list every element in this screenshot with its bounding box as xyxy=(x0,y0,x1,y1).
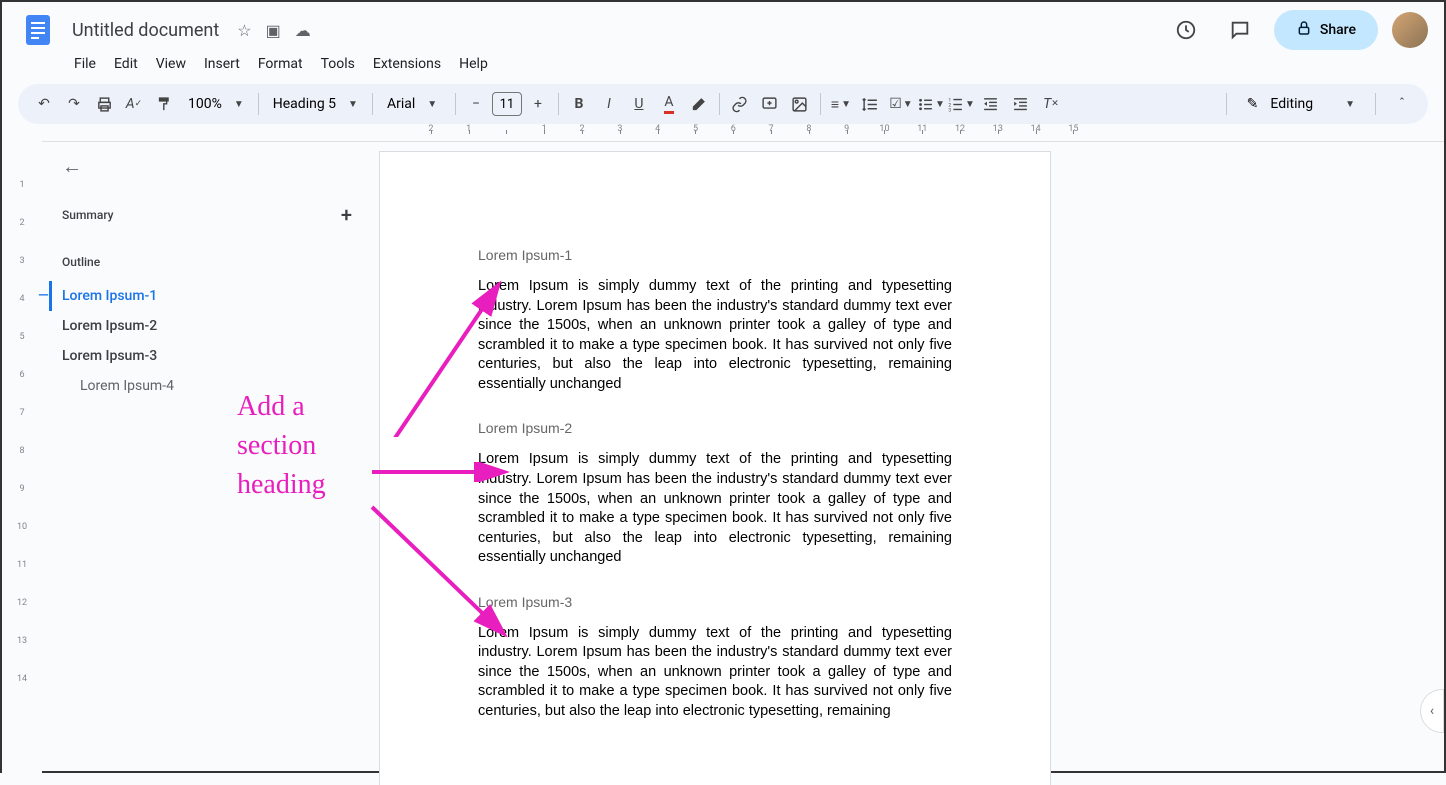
document-page[interactable]: Lorem Ipsum-1 Lorem Ipsum is simply dummy… xyxy=(380,152,1050,785)
zoom-select[interactable]: 100%▼ xyxy=(180,96,252,112)
text-color-button[interactable]: A xyxy=(655,90,683,118)
vertical-ruler[interactable]: 1234567891011121314 xyxy=(2,142,42,785)
toolbar: ↶ ↷ A✓ 100%▼ Heading 5▼ Arial▼ − 11 + B … xyxy=(18,84,1428,124)
outline-panel: ← Summary + Outline Lorem Ipsum-1Lorem I… xyxy=(42,142,372,785)
outline-back-button[interactable]: ← xyxy=(62,154,352,179)
share-label: Share xyxy=(1320,22,1356,38)
cloud-status-icon[interactable]: ☁ xyxy=(295,21,311,40)
section-heading[interactable]: Lorem Ipsum-1 xyxy=(478,247,952,263)
outline-item[interactable]: Lorem Ipsum-4 xyxy=(62,371,352,401)
section-heading[interactable]: Lorem Ipsum-2 xyxy=(478,420,952,436)
image-button[interactable] xyxy=(786,90,814,118)
horizontal-ruler[interactable]: 21123456789101112131415 xyxy=(42,124,1444,142)
outline-label: Outline xyxy=(62,255,352,269)
print-button[interactable] xyxy=(90,90,118,118)
menu-extensions[interactable]: Extensions xyxy=(365,52,449,76)
numbered-list-button[interactable]: 123▼ xyxy=(947,90,975,118)
bold-button[interactable]: B xyxy=(565,90,593,118)
clear-format-button[interactable]: T✕ xyxy=(1037,90,1065,118)
section-body[interactable]: Lorem Ipsum is simply dummy text of the … xyxy=(478,624,952,722)
svg-text:3: 3 xyxy=(948,107,951,112)
outline-item[interactable]: Lorem Ipsum-2 xyxy=(62,311,352,341)
font-size-input[interactable]: 11 xyxy=(492,92,522,116)
italic-button[interactable]: I xyxy=(595,90,623,118)
mode-select[interactable]: ✎ Editing ▼ xyxy=(1239,96,1363,112)
checklist-button[interactable]: ☑▼ xyxy=(887,90,915,118)
docs-logo-icon[interactable] xyxy=(18,10,58,50)
history-icon[interactable] xyxy=(1166,10,1206,50)
font-select[interactable]: Arial▼ xyxy=(379,96,449,112)
annotation-text: Add asectionheading xyxy=(237,387,326,505)
font-decrease-button[interactable]: − xyxy=(462,90,490,118)
comment-button[interactable] xyxy=(756,90,784,118)
star-icon[interactable]: ☆ xyxy=(237,21,251,40)
line-spacing-button[interactable] xyxy=(857,90,885,118)
move-icon[interactable]: ▣ xyxy=(266,21,281,40)
indent-decrease-button[interactable] xyxy=(977,90,1005,118)
menu-insert[interactable]: Insert xyxy=(196,52,248,76)
underline-button[interactable]: U xyxy=(625,90,653,118)
spellcheck-button[interactable]: A✓ xyxy=(120,90,148,118)
highlight-button[interactable] xyxy=(685,90,713,118)
undo-button[interactable]: ↶ xyxy=(30,90,58,118)
share-button[interactable]: Share xyxy=(1274,10,1378,50)
redo-button[interactable]: ↷ xyxy=(60,90,88,118)
comments-icon[interactable] xyxy=(1220,10,1260,50)
menu-format[interactable]: Format xyxy=(250,52,311,76)
section-heading[interactable]: Lorem Ipsum-3 xyxy=(478,594,952,610)
outline-item[interactable]: Lorem Ipsum-1 xyxy=(49,281,352,311)
menu-tools[interactable]: Tools xyxy=(313,52,363,76)
menu-file[interactable]: File xyxy=(66,52,104,76)
align-button[interactable]: ≡▼ xyxy=(827,90,855,118)
menubar: File Edit View Insert Format Tools Exten… xyxy=(18,50,1428,84)
collapse-toolbar-button[interactable]: ˆ xyxy=(1388,90,1416,118)
menu-help[interactable]: Help xyxy=(451,52,496,76)
pencil-icon: ✎ xyxy=(1247,96,1259,112)
add-summary-button[interactable]: + xyxy=(341,203,352,227)
font-increase-button[interactable]: + xyxy=(524,90,552,118)
section-body[interactable]: Lorem Ipsum is simply dummy text of the … xyxy=(478,277,952,394)
bulleted-list-button[interactable]: ▼ xyxy=(917,90,945,118)
indent-increase-button[interactable] xyxy=(1007,90,1035,118)
paint-format-button[interactable] xyxy=(150,90,178,118)
document-title[interactable]: Untitled document xyxy=(66,18,225,43)
link-button[interactable] xyxy=(726,90,754,118)
lock-icon xyxy=(1296,20,1312,40)
summary-label: Summary xyxy=(62,208,114,222)
outline-item[interactable]: Lorem Ipsum-3 xyxy=(62,341,352,371)
style-select[interactable]: Heading 5▼ xyxy=(265,96,366,112)
menu-edit[interactable]: Edit xyxy=(106,52,146,76)
avatar[interactable] xyxy=(1392,12,1428,48)
section-body[interactable]: Lorem Ipsum is simply dummy text of the … xyxy=(478,450,952,567)
menu-view[interactable]: View xyxy=(148,52,194,76)
